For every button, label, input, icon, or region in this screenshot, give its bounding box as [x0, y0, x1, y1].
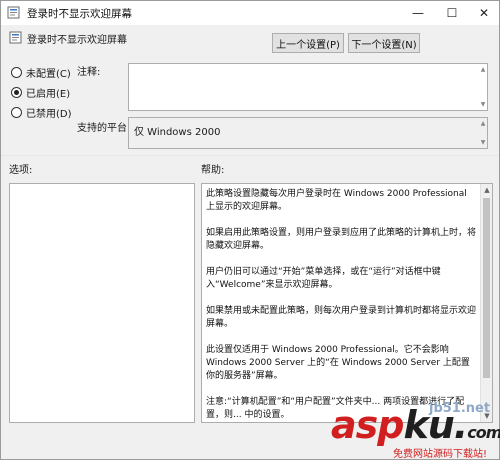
watermark-logo: aspku.com: [331, 403, 500, 447]
help-paragraph: 用户仍旧可以通过“开始”菜单选择，或在“运行”对话框中键入“Welcome”来显…: [206, 267, 441, 290]
scroll-down-icon[interactable]: ▼: [479, 139, 487, 146]
radio-button-selected[interactable]: [11, 87, 22, 98]
options-label: 选项:: [9, 165, 33, 176]
title-bar: 登录时不显示欢迎屏幕 — ☐ ✕: [1, 1, 499, 25]
radio-not-configured[interactable]: 未配置(C): [11, 65, 71, 80]
radio-enabled[interactable]: 已启用(E): [11, 85, 70, 100]
scrollbar-thumb[interactable]: [483, 198, 490, 378]
radio-disabled[interactable]: 已禁用(D): [11, 105, 72, 120]
scroll-up-icon[interactable]: ▲: [479, 120, 487, 127]
previous-setting-button[interactable]: 上一个设置(P): [272, 33, 344, 53]
scroll-up-icon[interactable]: ▲: [481, 186, 492, 194]
options-panel: [9, 183, 195, 423]
help-text: 此策略设置隐藏每次用户登录时在 Windows 2000 Professiona…: [206, 188, 478, 422]
policy-header: 登录时不显示欢迎屏幕: [1, 25, 499, 55]
help-paragraph: 此设置仅适用于 Windows 2000 Professional。它不会影响 …: [206, 345, 470, 381]
watermark-tagline: 免费网站源码下载站!: [393, 449, 488, 460]
policy-setting-icon: [9, 31, 22, 44]
help-panel[interactable]: 此策略设置隐藏每次用户登录时在 Windows 2000 Professiona…: [201, 183, 493, 423]
policy-icon: [7, 6, 20, 19]
help-paragraph: 如果启用此策略设置，则用户登录到应用了此策略的计算机上时，将隐藏欢迎屏幕。: [206, 228, 477, 251]
watermark-brand-black: ku: [403, 403, 454, 447]
radio-button[interactable]: [11, 107, 22, 118]
maximize-button[interactable]: ☐: [435, 1, 469, 25]
comment-label: 注释:: [77, 67, 101, 78]
section-divider: [1, 155, 499, 156]
radio-label: 已启用(E): [26, 89, 71, 100]
scroll-down-icon[interactable]: ▼: [479, 101, 487, 108]
help-paragraph: 此策略设置隐藏每次用户登录时在 Windows 2000 Professiona…: [206, 189, 467, 212]
minimize-button[interactable]: —: [401, 1, 435, 25]
platform-value: 仅 Windows 2000: [134, 127, 221, 138]
policy-name: 登录时不显示欢迎屏幕: [27, 35, 127, 46]
close-button[interactable]: ✕: [467, 1, 500, 25]
help-scrollbar[interactable]: ▲ ▼: [480, 184, 492, 422]
watermark-tld: com: [467, 423, 500, 442]
radio-button[interactable]: [11, 67, 22, 78]
next-setting-button[interactable]: 下一个设置(N): [348, 33, 420, 53]
comment-textarea[interactable]: ▲ ▼: [128, 63, 488, 111]
watermark-brand-red: asp: [331, 403, 404, 447]
scroll-up-icon[interactable]: ▲: [479, 66, 487, 73]
window-title: 登录时不显示欢迎屏幕: [27, 8, 132, 20]
help-label: 帮助:: [201, 165, 225, 176]
policy-editor-window: 登录时不显示欢迎屏幕 — ☐ ✕ 登录时不显示欢迎屏幕 上一个设置(P) 下一个…: [0, 0, 500, 460]
radio-label: 未配置(C): [26, 69, 71, 80]
radio-label: 已禁用(D): [26, 109, 72, 120]
watermark-dot: .: [453, 403, 468, 447]
supported-platform-field: 仅 Windows 2000 ▲ ▼: [128, 117, 488, 149]
help-paragraph: 如果禁用或未配置此策略，则每次用户登录到计算机时都将显示欢迎屏幕。: [206, 306, 477, 329]
platform-label: 支持的平台:: [77, 123, 131, 134]
